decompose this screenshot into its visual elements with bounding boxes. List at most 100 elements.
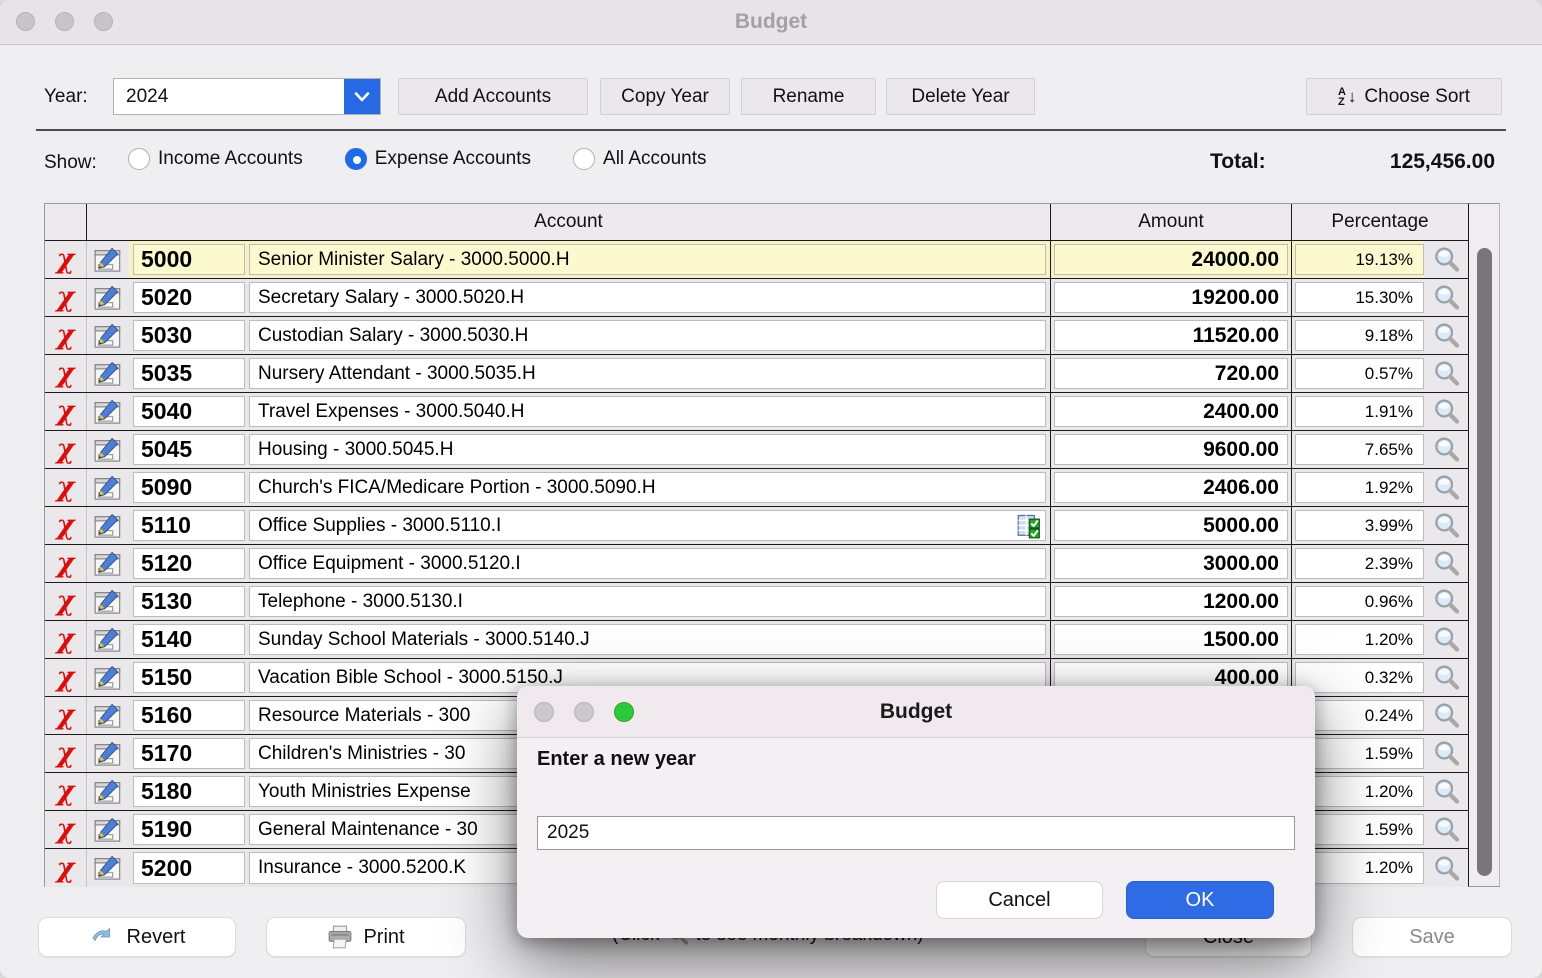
account-name-field[interactable]: Telephone - 3000.5130.I — [249, 586, 1046, 617]
account-number-field[interactable]: 5110 — [133, 510, 245, 541]
amount-field[interactable]: 1500.00 — [1054, 624, 1288, 655]
delete-account-button[interactable]: χ — [45, 621, 87, 658]
monthly-breakdown-button[interactable] — [1424, 393, 1468, 430]
account-name-field[interactable]: Senior Minister Salary - 3000.5000.H — [249, 244, 1046, 275]
radio-all-accounts[interactable]: All Accounts — [573, 148, 707, 170]
account-number-field[interactable]: 5035 — [133, 358, 245, 389]
edit-account-button[interactable] — [87, 279, 129, 316]
edit-account-button[interactable] — [87, 811, 129, 848]
edit-account-button[interactable] — [87, 317, 129, 354]
delete-account-button[interactable]: χ — [45, 735, 87, 772]
monthly-breakdown-button[interactable] — [1424, 431, 1468, 468]
percentage-field[interactable]: 1.92% — [1295, 472, 1424, 503]
radio-expense-accounts[interactable]: Expense Accounts — [345, 148, 531, 170]
percentage-field[interactable]: 1.91% — [1295, 396, 1424, 427]
account-name-field[interactable]: Office Supplies - 3000.5110.I — [249, 510, 1046, 541]
amount-field[interactable]: 3000.00 — [1054, 548, 1288, 579]
account-number-field[interactable]: 5160 — [133, 700, 245, 731]
edit-account-button[interactable] — [87, 469, 129, 506]
edit-account-button[interactable] — [87, 583, 129, 620]
monthly-breakdown-button[interactable] — [1424, 317, 1468, 354]
account-number-field[interactable]: 5090 — [133, 472, 245, 503]
account-name-field[interactable]: Housing - 3000.5045.H — [249, 434, 1046, 465]
monthly-breakdown-button[interactable] — [1424, 355, 1468, 392]
delete-account-button[interactable]: χ — [45, 697, 87, 734]
account-name-field[interactable]: Travel Expenses - 3000.5040.H — [249, 396, 1046, 427]
cancel-button[interactable]: Cancel — [936, 881, 1103, 919]
scrollbar-thumb[interactable] — [1477, 248, 1492, 876]
account-number-field[interactable]: 5150 — [133, 662, 245, 693]
account-number-field[interactable]: 5170 — [133, 738, 245, 769]
delete-account-button[interactable]: χ — [45, 241, 87, 278]
radio-icon[interactable] — [345, 148, 367, 170]
monthly-breakdown-button[interactable] — [1424, 773, 1468, 810]
account-number-field[interactable]: 5120 — [133, 548, 245, 579]
radio-icon[interactable] — [128, 148, 150, 170]
ok-button[interactable]: OK — [1126, 881, 1274, 919]
account-number-field[interactable]: 5045 — [133, 434, 245, 465]
table-scrollbar[interactable] — [1468, 203, 1500, 887]
monthly-breakdown-button[interactable] — [1424, 545, 1468, 582]
amount-field[interactable]: 2400.00 — [1054, 396, 1288, 427]
account-number-field[interactable]: 5190 — [133, 814, 245, 845]
amount-field[interactable]: 2406.00 — [1054, 472, 1288, 503]
monthly-breakdown-button[interactable] — [1424, 659, 1468, 696]
edit-account-button[interactable] — [87, 355, 129, 392]
delete-year-button[interactable]: Delete Year — [886, 78, 1035, 115]
percentage-field[interactable]: 1.20% — [1295, 624, 1424, 655]
edit-account-button[interactable] — [87, 735, 129, 772]
account-number-field[interactable]: 5140 — [133, 624, 245, 655]
account-number-field[interactable]: 5180 — [133, 776, 245, 807]
account-name-field[interactable]: Secretary Salary - 3000.5020.H — [249, 282, 1046, 313]
monthly-breakdown-button[interactable] — [1424, 735, 1468, 772]
edit-account-button[interactable] — [87, 431, 129, 468]
edit-account-button[interactable] — [87, 545, 129, 582]
monthly-breakdown-button[interactable] — [1424, 469, 1468, 506]
edit-account-button[interactable] — [87, 697, 129, 734]
percentage-field[interactable]: 2.39% — [1295, 548, 1424, 579]
delete-account-button[interactable]: χ — [45, 773, 87, 810]
amount-field[interactable]: 5000.00 — [1054, 510, 1288, 541]
save-button[interactable]: Save — [1352, 917, 1512, 957]
edit-account-button[interactable] — [87, 241, 129, 278]
amount-field[interactable]: 1200.00 — [1054, 586, 1288, 617]
percentage-field[interactable]: 3.99% — [1295, 510, 1424, 541]
revert-button[interactable]: Revert — [38, 917, 236, 957]
monthly-breakdown-button[interactable] — [1424, 583, 1468, 620]
account-number-field[interactable]: 5130 — [133, 586, 245, 617]
delete-account-button[interactable]: χ — [45, 545, 87, 582]
percentage-field[interactable]: 0.57% — [1295, 358, 1424, 389]
year-dropdown[interactable]: 2024 — [113, 78, 381, 115]
amount-field[interactable]: 11520.00 — [1054, 320, 1288, 351]
amount-field[interactable]: 9600.00 — [1054, 434, 1288, 465]
delete-account-button[interactable]: χ — [45, 811, 87, 848]
account-name-field[interactable]: Church's FICA/Medicare Portion - 3000.50… — [249, 472, 1046, 503]
copy-year-button[interactable]: Copy Year — [600, 78, 730, 115]
radio-icon[interactable] — [573, 148, 595, 170]
account-number-field[interactable]: 5020 — [133, 282, 245, 313]
delete-account-button[interactable]: χ — [45, 393, 87, 430]
monthly-breakdown-button[interactable] — [1424, 697, 1468, 734]
account-number-field[interactable]: 5200 — [133, 852, 245, 884]
monthly-breakdown-button[interactable] — [1424, 507, 1468, 544]
percentage-field[interactable]: 19.13% — [1295, 244, 1424, 275]
account-name-field[interactable]: Nursery Attendant - 3000.5035.H — [249, 358, 1046, 389]
delete-account-button[interactable]: χ — [45, 355, 87, 392]
account-number-field[interactable]: 5000 — [133, 244, 245, 275]
delete-account-button[interactable]: χ — [45, 469, 87, 506]
percentage-field[interactable]: 9.18% — [1295, 320, 1424, 351]
percentage-field[interactable]: 15.30% — [1295, 282, 1424, 313]
percentage-field[interactable]: 7.65% — [1295, 434, 1424, 465]
edit-account-button[interactable] — [87, 507, 129, 544]
delete-account-button[interactable]: χ — [45, 849, 87, 887]
account-number-field[interactable]: 5040 — [133, 396, 245, 427]
radio-income-accounts[interactable]: Income Accounts — [128, 148, 303, 170]
delete-account-button[interactable]: χ — [45, 431, 87, 468]
delete-account-button[interactable]: χ — [45, 583, 87, 620]
edit-account-button[interactable] — [87, 659, 129, 696]
edit-account-button[interactable] — [87, 849, 129, 887]
monthly-breakdown-button[interactable] — [1424, 621, 1468, 658]
print-button[interactable]: Print — [266, 917, 466, 957]
monthly-breakdown-button[interactable] — [1424, 811, 1468, 848]
delete-account-button[interactable]: χ — [45, 507, 87, 544]
